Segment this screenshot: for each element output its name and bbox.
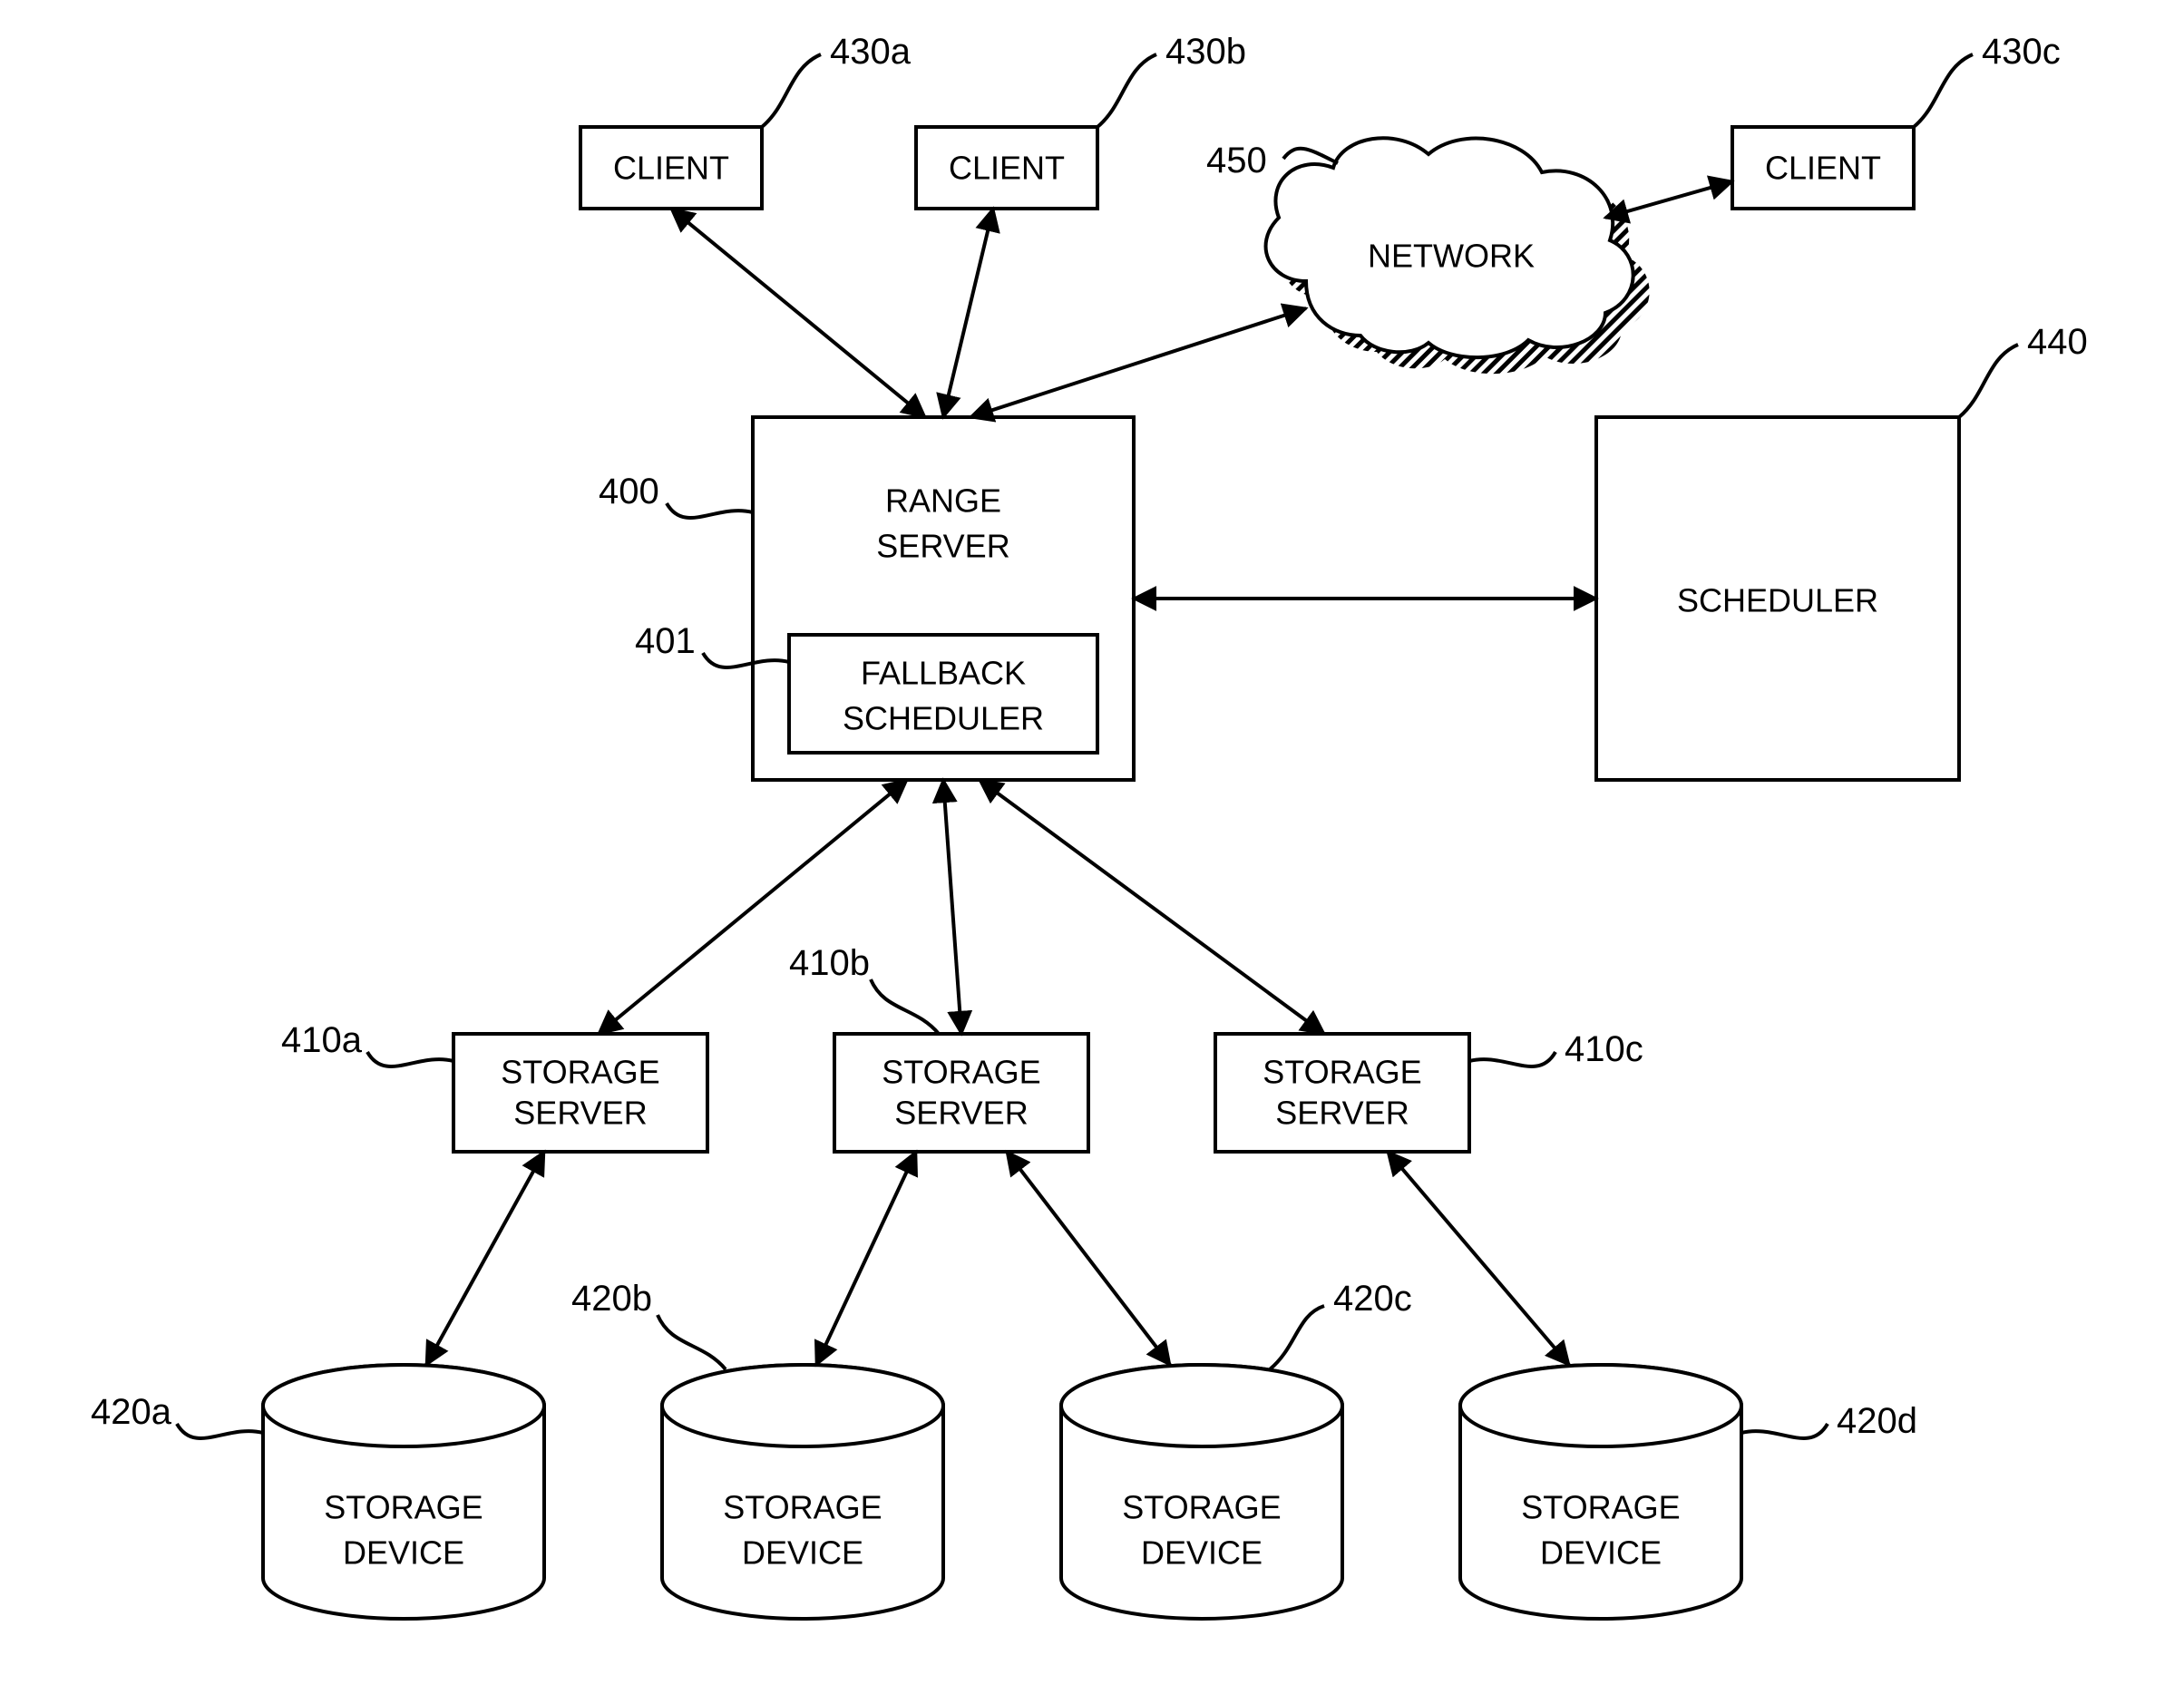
scheduler: SCHEDULER 440: [1596, 322, 2088, 780]
conn-ssb-sdb: [816, 1152, 916, 1365]
client-c-label: CLIENT: [1765, 150, 1881, 187]
network-label: NETWORK: [1368, 238, 1535, 275]
storage-device-a-l2: DEVICE: [343, 1534, 464, 1572]
storage-device-c-l1: STORAGE: [1122, 1489, 1281, 1526]
client-c: CLIENT 430c: [1732, 32, 2061, 209]
conn-network-client-c: [1605, 181, 1732, 218]
storage-server-c-ref: 410c: [1565, 1029, 1643, 1069]
fallback-label2: SCHEDULER: [843, 700, 1044, 737]
range-server-ref: 400: [599, 472, 659, 511]
conn-ssb-sdc: [1007, 1152, 1170, 1365]
network-cloud: NETWORK 450: [1206, 138, 1650, 374]
storage-device-c-ref: 420c: [1333, 1279, 1412, 1319]
conn-ssa-sda: [426, 1152, 544, 1365]
client-b-label: CLIENT: [949, 150, 1065, 187]
storage-device-b-ref: 420b: [571, 1279, 652, 1319]
storage-server-a-ref: 410a: [281, 1020, 363, 1060]
storage-server-b-l2: SERVER: [894, 1095, 1028, 1132]
range-server: RANGE SERVER 400 FALLBACK SCHEDULER 401: [599, 417, 1134, 780]
network-ref: 450: [1206, 141, 1267, 180]
storage-server-c-l1: STORAGE: [1263, 1054, 1421, 1091]
storage-device-d-ref: 420d: [1837, 1401, 1917, 1441]
storage-device-b-l1: STORAGE: [723, 1489, 882, 1526]
storage-device-a: STORAGE DEVICE 420a: [91, 1365, 544, 1619]
storage-device-a-l1: STORAGE: [324, 1489, 483, 1526]
conn-ssc-sdd: [1388, 1152, 1569, 1365]
client-b: CLIENT 430b: [916, 32, 1246, 209]
storage-server-a: STORAGE SERVER 410a: [281, 1020, 707, 1152]
storage-device-c: STORAGE DEVICE 420c: [1061, 1279, 1412, 1619]
storage-server-c-l2: SERVER: [1275, 1095, 1409, 1132]
storage-server-b: STORAGE SERVER 410b: [789, 943, 1088, 1152]
scheduler-label: SCHEDULER: [1677, 582, 1878, 619]
storage-device-d-l2: DEVICE: [1540, 1534, 1662, 1572]
client-c-ref: 430c: [1982, 32, 2061, 72]
storage-server-c: STORAGE SERVER 410c: [1215, 1029, 1643, 1152]
storage-server-b-l1: STORAGE: [882, 1054, 1040, 1091]
storage-device-d-l1: STORAGE: [1521, 1489, 1680, 1526]
range-server-label1: RANGE: [885, 482, 1001, 520]
conn-range-network: [970, 308, 1306, 417]
scheduler-ref: 440: [2027, 322, 2088, 362]
range-server-label2: SERVER: [876, 528, 1009, 565]
fallback-label1: FALLBACK: [861, 655, 1026, 692]
storage-server-a-l1: STORAGE: [501, 1054, 659, 1091]
client-a-label: CLIENT: [613, 150, 729, 187]
conn-range-ss-a: [599, 780, 907, 1034]
storage-device-b: STORAGE DEVICE 420b: [571, 1279, 943, 1619]
conn-range-ss-c: [980, 780, 1324, 1034]
client-a: CLIENT 430a: [580, 32, 912, 209]
conn-range-ss-b: [943, 780, 961, 1034]
storage-device-c-l2: DEVICE: [1141, 1534, 1263, 1572]
storage-device-b-l2: DEVICE: [742, 1534, 863, 1572]
client-b-ref: 430b: [1165, 32, 1246, 72]
conn-range-client-a: [671, 209, 925, 417]
client-a-ref: 430a: [830, 32, 912, 72]
conn-range-client-b: [943, 209, 993, 417]
fallback-scheduler: FALLBACK SCHEDULER 401: [635, 621, 1097, 753]
storage-server-b-ref: 410b: [789, 943, 870, 983]
storage-server-a-l2: SERVER: [513, 1095, 647, 1132]
storage-device-a-ref: 420a: [91, 1392, 172, 1432]
storage-device-d: STORAGE DEVICE 420d: [1460, 1365, 1917, 1619]
fallback-ref: 401: [635, 621, 696, 661]
